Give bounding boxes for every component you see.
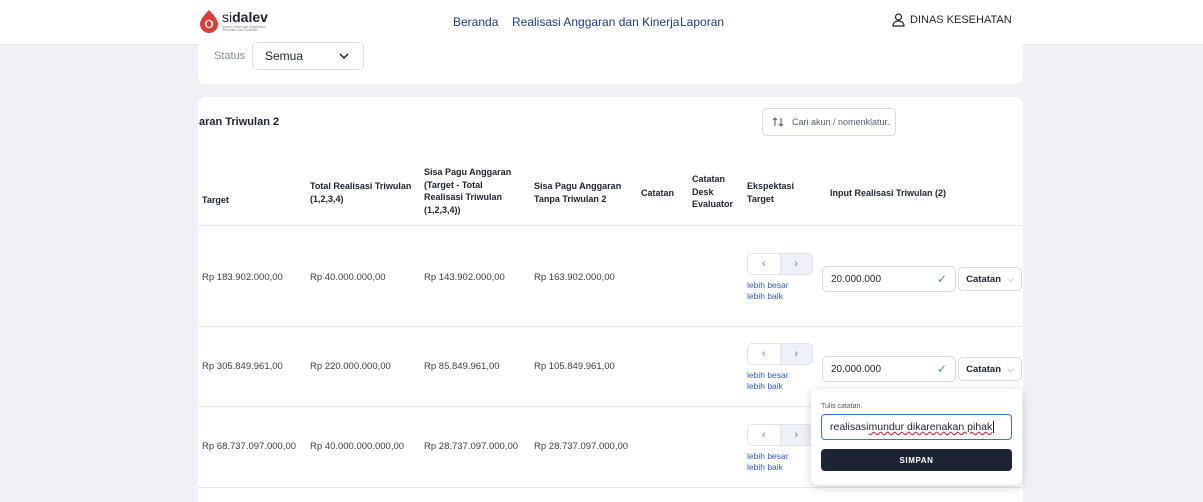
check-icon: ✓ bbox=[936, 362, 947, 376]
chevron-down-icon: ⌵ bbox=[1007, 363, 1014, 374]
chevron-left-icon[interactable]: ‹ bbox=[748, 425, 781, 445]
chevron-right-icon[interactable]: › bbox=[781, 425, 813, 445]
status-select[interactable]: Semua bbox=[252, 42, 364, 70]
simpan-button[interactable]: SIMPAN bbox=[821, 449, 1012, 471]
user-menu[interactable]: DINAS KESEHATAN bbox=[892, 13, 1012, 27]
row1-expectation-stepper[interactable]: ‹ › bbox=[747, 253, 813, 275]
status-value: Semua bbox=[265, 49, 304, 63]
row2-sisa: Rp 85.849.961,00 bbox=[424, 361, 500, 372]
check-icon: ✓ bbox=[936, 272, 947, 286]
row2-realisasi-input[interactable]: 20.000.000 ✓ bbox=[822, 356, 956, 382]
row3-total: Rp 40.000.000.000,00 bbox=[310, 441, 405, 452]
status-label: Status bbox=[214, 50, 246, 62]
row2-target: Rp 305.849.961,00 bbox=[202, 361, 283, 372]
row3-tanpa: Rp 28.737.097.000,00 bbox=[534, 441, 629, 452]
user-icon bbox=[892, 13, 905, 27]
col-header-sisa-tanpa: Sisa Pagu Anggaran Tanpa Triwulan 2 bbox=[534, 181, 622, 204]
catatan-input[interactable]: realisasi mundur dikarenakan pihak bbox=[821, 414, 1012, 440]
col-header-sisa-pagu: Sisa Pagu Anggaran (Target - Total Reali… bbox=[424, 167, 512, 215]
row1-target: Rp 183.902.000,00 bbox=[202, 272, 283, 283]
row1-realisasi-input[interactable]: 20.000.000 ✓ bbox=[822, 266, 956, 292]
row2-catatan-dropdown[interactable]: Catatan ⌵ bbox=[958, 357, 1022, 381]
row3-target: Rp 68.737.097.000,00 bbox=[202, 441, 297, 452]
logo-wordmark: sidalev bbox=[222, 8, 268, 25]
chevron-left-icon[interactable]: ‹ bbox=[748, 344, 781, 364]
user-name: DINAS KESEHATAN bbox=[910, 14, 1012, 26]
row2-expectation-stepper[interactable]: ‹ › bbox=[747, 343, 813, 365]
row2-hint: lebih besar lebih baik bbox=[747, 370, 789, 392]
row2-total: Rp 220.000.000,00 bbox=[310, 361, 391, 372]
chevron-left-icon[interactable]: ‹ bbox=[748, 254, 781, 274]
sort-icon bbox=[772, 117, 784, 127]
col-header-catatan: Catatan bbox=[641, 188, 675, 198]
row3-expectation-stepper[interactable]: ‹ › bbox=[747, 424, 813, 446]
chevron-right-icon[interactable]: › bbox=[781, 254, 813, 274]
nav-laporan[interactable]: Laporan bbox=[680, 15, 724, 29]
col-header-input-realisasi: Input Realisasi Triwulan (2) bbox=[830, 188, 947, 198]
logo-tagline: Sistem Informasi Digitalisasi Penilaian … bbox=[222, 24, 266, 32]
search-account-button[interactable]: Cari akun / nomenklatur. bbox=[762, 108, 896, 136]
col-header-catatan-desk: Catatan Desk Evaluator bbox=[692, 174, 734, 210]
row1-hint: lebih besar lebih baik bbox=[747, 280, 789, 302]
col-header-ekspektasi: Ekspektasi Target bbox=[747, 181, 795, 204]
row3-sisa: Rp 28.737.097.000,00 bbox=[424, 441, 519, 452]
search-placeholder: Cari akun / nomenklatur. bbox=[792, 117, 890, 127]
chevron-right-icon[interactable]: › bbox=[781, 344, 813, 364]
row-divider bbox=[198, 225, 1023, 226]
row1-sisa: Rp 143.902.000,00 bbox=[424, 272, 505, 283]
row1-total: Rp 40.000.000,00 bbox=[310, 272, 386, 283]
catatan-label: Tulis catatan. bbox=[821, 403, 863, 410]
section-title: aran Triwulan 2 bbox=[199, 116, 280, 128]
chevron-down-icon bbox=[339, 53, 349, 59]
row1-tanpa: Rp 163.902.000,00 bbox=[534, 272, 615, 283]
row1-catatan-dropdown[interactable]: Catatan ⌵ bbox=[958, 267, 1022, 291]
nav-beranda[interactable]: Beranda bbox=[453, 15, 498, 29]
row-divider bbox=[198, 326, 1023, 327]
sidalev-logo[interactable]: sidalev Sistem Informasi Digitalisasi Pe… bbox=[199, 9, 270, 33]
chevron-down-icon: ⌵ bbox=[1007, 273, 1014, 284]
col-header-target: Target bbox=[202, 195, 229, 205]
catatan-popover: Tulis catatan. realisasi mundur dikarena… bbox=[811, 389, 1022, 485]
col-header-total-realisasi: Total Realisasi Triwulan (1,2,3,4) bbox=[310, 181, 412, 204]
logo-icon bbox=[200, 10, 218, 33]
nav-realisasi[interactable]: Realisasi Anggaran dan Kinerja bbox=[512, 15, 679, 29]
row-divider bbox=[198, 487, 1023, 488]
row2-tanpa: Rp 105.849.961,00 bbox=[534, 361, 615, 372]
row3-hint: lebih besar lebih baik bbox=[747, 451, 789, 473]
